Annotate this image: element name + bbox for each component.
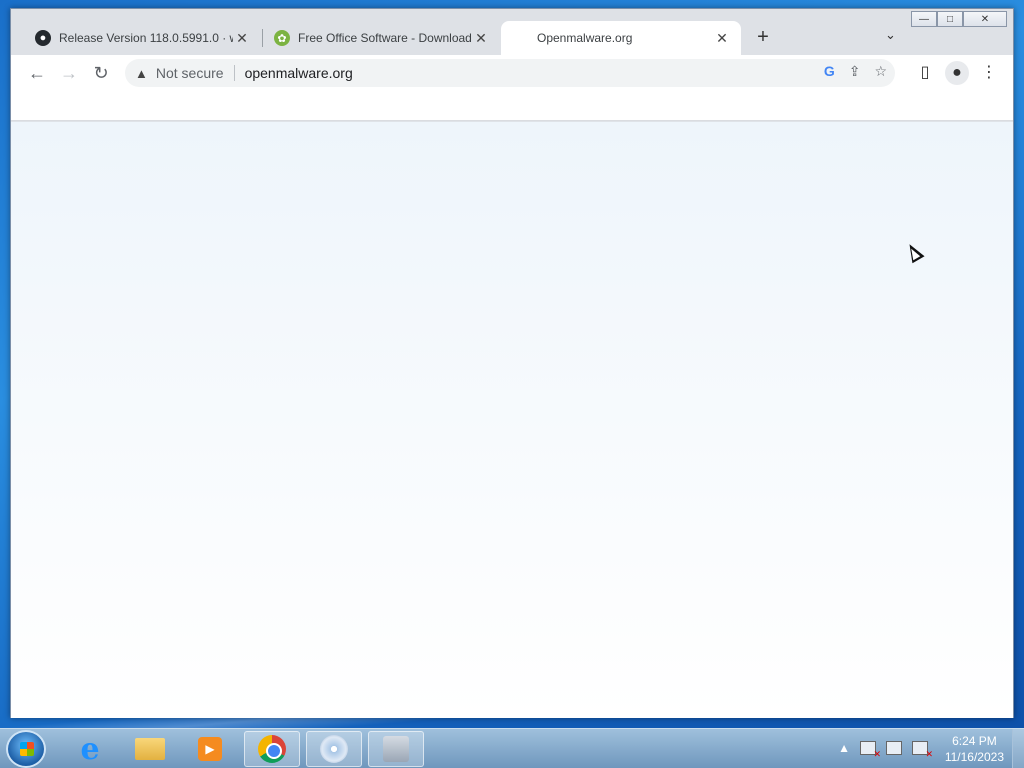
folder-icon bbox=[135, 738, 165, 760]
tab-divider bbox=[262, 29, 263, 47]
tab-openmalware[interactable]: Openmalware.org ✕ bbox=[501, 21, 741, 55]
disc-utility-button[interactable] bbox=[306, 731, 362, 767]
start-button[interactable] bbox=[6, 730, 46, 768]
tab-label: Openmalware.org bbox=[537, 31, 633, 45]
office-leaf-icon: ✿ bbox=[274, 30, 290, 46]
chrome-icon bbox=[258, 735, 286, 763]
package-utility-button[interactable] bbox=[368, 731, 424, 767]
package-icon bbox=[383, 736, 409, 762]
internet-explorer-button[interactable]: e bbox=[62, 731, 118, 767]
network-icon[interactable] bbox=[886, 741, 902, 755]
windows-logo-icon bbox=[20, 742, 34, 756]
tab-label: Release Version 118.0.5991.0 · w bbox=[59, 31, 233, 45]
system-tray: ▲ bbox=[838, 741, 933, 760]
close-window-button[interactable]: ✕ bbox=[963, 11, 1007, 27]
share-icon[interactable]: ⇪ bbox=[849, 63, 861, 80]
window-controls: — □ ✕ bbox=[911, 11, 1007, 27]
tray-expand-icon[interactable]: ▲ bbox=[838, 741, 850, 755]
security-indicator[interactable]: Not secure bbox=[156, 65, 224, 81]
action-center-icon[interactable] bbox=[860, 741, 881, 760]
warning-icon[interactable]: ▲ bbox=[135, 66, 148, 81]
tab-label: Free Office Software - Download bbox=[298, 31, 472, 45]
volume-muted-icon[interactable] bbox=[912, 741, 933, 760]
bookmarks-bar bbox=[11, 91, 1013, 121]
side-panel-icon[interactable]: ▯ bbox=[913, 61, 937, 85]
disc-icon bbox=[320, 735, 348, 763]
clock-date: 11/16/2023 bbox=[944, 750, 1004, 764]
github-icon: ● bbox=[35, 30, 51, 46]
maximize-button[interactable]: □ bbox=[937, 11, 963, 27]
media-player-icon: ▶ bbox=[198, 737, 222, 761]
close-tab-icon[interactable]: ✕ bbox=[713, 30, 731, 47]
url-text[interactable]: openmalware.org bbox=[245, 65, 353, 81]
taskbar: e ▶ ▲ 6:24 PM 11/16/2023 bbox=[0, 728, 1024, 768]
reload-button[interactable]: ↻ bbox=[89, 61, 113, 85]
media-player-button[interactable]: ▶ bbox=[182, 731, 238, 767]
tab-github-release[interactable]: ● Release Version 118.0.5991.0 · w ✕ bbox=[25, 21, 261, 55]
file-explorer-button[interactable] bbox=[122, 731, 178, 767]
menu-icon[interactable]: ⋮ bbox=[977, 61, 1001, 85]
address-bar[interactable]: ▲ Not secure openmalware.org G ⇪ ☆ bbox=[125, 59, 895, 87]
page-content[interactable] bbox=[11, 122, 1013, 718]
back-button[interactable]: ← bbox=[25, 61, 49, 85]
tab-strip: — □ ✕ ● Release Version 118.0.5991.0 · w… bbox=[11, 9, 1013, 55]
close-tab-icon[interactable]: ✕ bbox=[472, 30, 490, 47]
omnibox-icons: G ⇪ ☆ bbox=[824, 63, 887, 80]
forward-button[interactable]: → bbox=[57, 61, 81, 85]
new-tab-button[interactable]: + bbox=[751, 25, 775, 49]
show-desktop-button[interactable] bbox=[1012, 729, 1024, 768]
tab-search-button[interactable]: ⌄ bbox=[885, 27, 896, 43]
omnibox-divider bbox=[233, 65, 235, 81]
bookmark-star-icon[interactable]: ☆ bbox=[874, 63, 887, 80]
minimize-button[interactable]: — bbox=[911, 11, 937, 27]
google-icon[interactable]: G bbox=[824, 63, 835, 80]
tab-free-office[interactable]: ✿ Free Office Software - Download ✕ bbox=[264, 21, 500, 55]
profile-icon[interactable]: ● bbox=[945, 61, 969, 85]
chrome-taskbar-button[interactable] bbox=[244, 731, 300, 767]
browser-toolbar: ← → ↻ ▲ Not secure openmalware.org G ⇪ ☆… bbox=[11, 55, 1013, 91]
close-tab-icon[interactable]: ✕ bbox=[233, 30, 251, 47]
clock-time: 6:24 PM bbox=[952, 734, 997, 748]
clock[interactable]: 6:24 PM 11/16/2023 bbox=[945, 733, 1004, 765]
browser-window: — □ ✕ ● Release Version 118.0.5991.0 · w… bbox=[10, 8, 1014, 718]
internet-explorer-icon: e bbox=[80, 731, 100, 767]
